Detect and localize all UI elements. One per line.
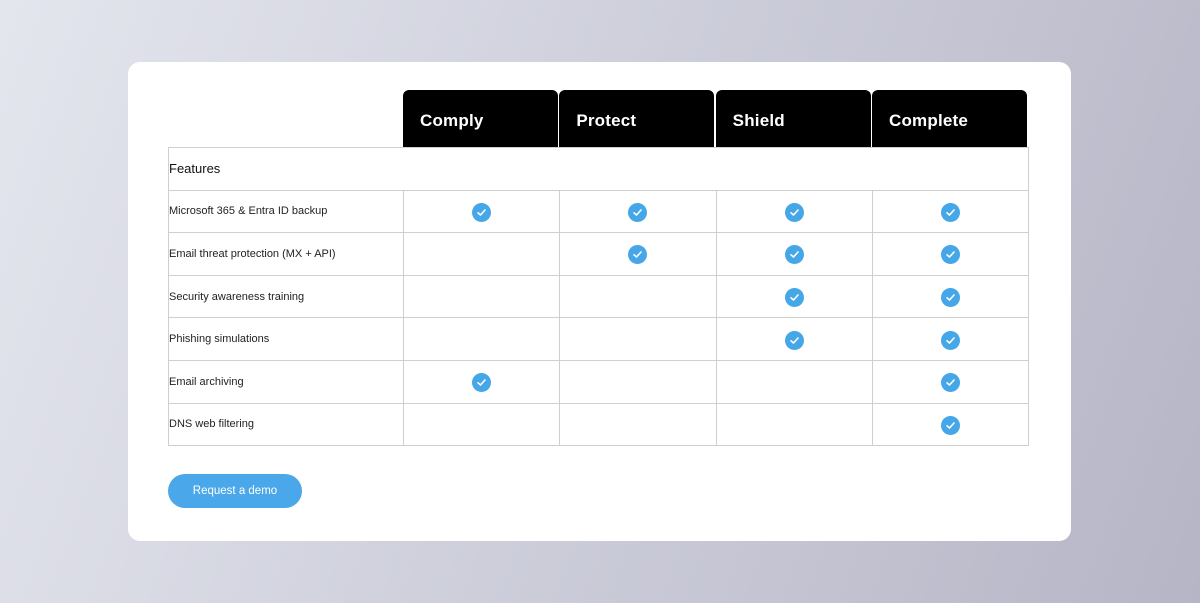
plan-header-comply: Comply (403, 90, 558, 147)
plan-cell-comply (402, 274, 561, 319)
plan-headers: Comply Protect Shield Complete (403, 90, 1028, 147)
plan-cell-protect (559, 189, 717, 234)
feature-name: Security awareness training (168, 274, 404, 319)
feature-name: Email archiving (168, 359, 404, 404)
table-row: DNS web filtering (168, 402, 1030, 447)
check-circle-icon (940, 288, 960, 308)
plan-header-complete: Complete (871, 90, 1027, 147)
section-label: Features (167, 147, 1030, 191)
check-circle-icon (784, 202, 804, 222)
plan-cell-complete (871, 274, 1030, 319)
check-circle-icon (784, 330, 804, 350)
plan-cell-shield (715, 402, 873, 447)
table-row: Security awareness training (168, 274, 1030, 319)
check-circle-icon (472, 202, 492, 222)
check-circle-icon (784, 245, 804, 265)
plan-cell-complete (871, 189, 1030, 234)
table-row: Phishing simulations (168, 317, 1030, 361)
plan-cell-protect (559, 317, 717, 361)
plan-cell-complete (871, 402, 1030, 447)
plan-cell-protect (559, 232, 717, 276)
plan-cell-protect (559, 402, 717, 447)
check-circle-icon (940, 245, 960, 265)
check-circle-icon (940, 330, 960, 350)
feature-comparison-table: Features Microsoft 365 & Entra ID backup… (167, 147, 1030, 447)
request-demo-button[interactable]: Request a demo (168, 474, 302, 508)
plan-cell-complete (871, 359, 1030, 404)
plan-cell-shield (715, 232, 873, 276)
plan-cell-protect (559, 359, 717, 404)
check-circle-icon (628, 202, 648, 222)
plan-cell-comply (402, 317, 561, 361)
feature-name: Phishing simulations (168, 317, 404, 361)
check-circle-icon (784, 288, 804, 308)
plan-cell-complete (871, 317, 1030, 361)
plan-cell-comply (402, 359, 561, 404)
table-row: Microsoft 365 & Entra ID backup (168, 189, 1030, 234)
plan-cell-shield (715, 274, 873, 319)
section-row: Features (167, 147, 1030, 191)
plan-cell-comply (402, 232, 561, 276)
plan-cell-shield (715, 359, 873, 404)
plan-cell-protect (559, 274, 717, 319)
table-row: Email threat protection (MX + API) (168, 232, 1030, 276)
plan-cell-complete (871, 232, 1030, 276)
plan-header-shield: Shield (715, 90, 871, 147)
check-circle-icon (940, 202, 960, 222)
feature-name: DNS web filtering (168, 402, 404, 447)
plan-cell-shield (715, 317, 873, 361)
plan-header-protect: Protect (559, 90, 715, 147)
check-circle-icon (472, 373, 492, 393)
feature-name: Microsoft 365 & Entra ID backup (168, 189, 404, 234)
plan-cell-comply (402, 402, 561, 447)
plan-cell-comply (402, 189, 561, 234)
check-circle-icon (940, 373, 960, 393)
plan-cell-shield (715, 189, 873, 234)
table-row: Email archiving (168, 359, 1030, 404)
feature-name: Email threat protection (MX + API) (168, 232, 404, 276)
check-circle-icon (628, 245, 648, 265)
check-circle-icon (940, 415, 960, 435)
